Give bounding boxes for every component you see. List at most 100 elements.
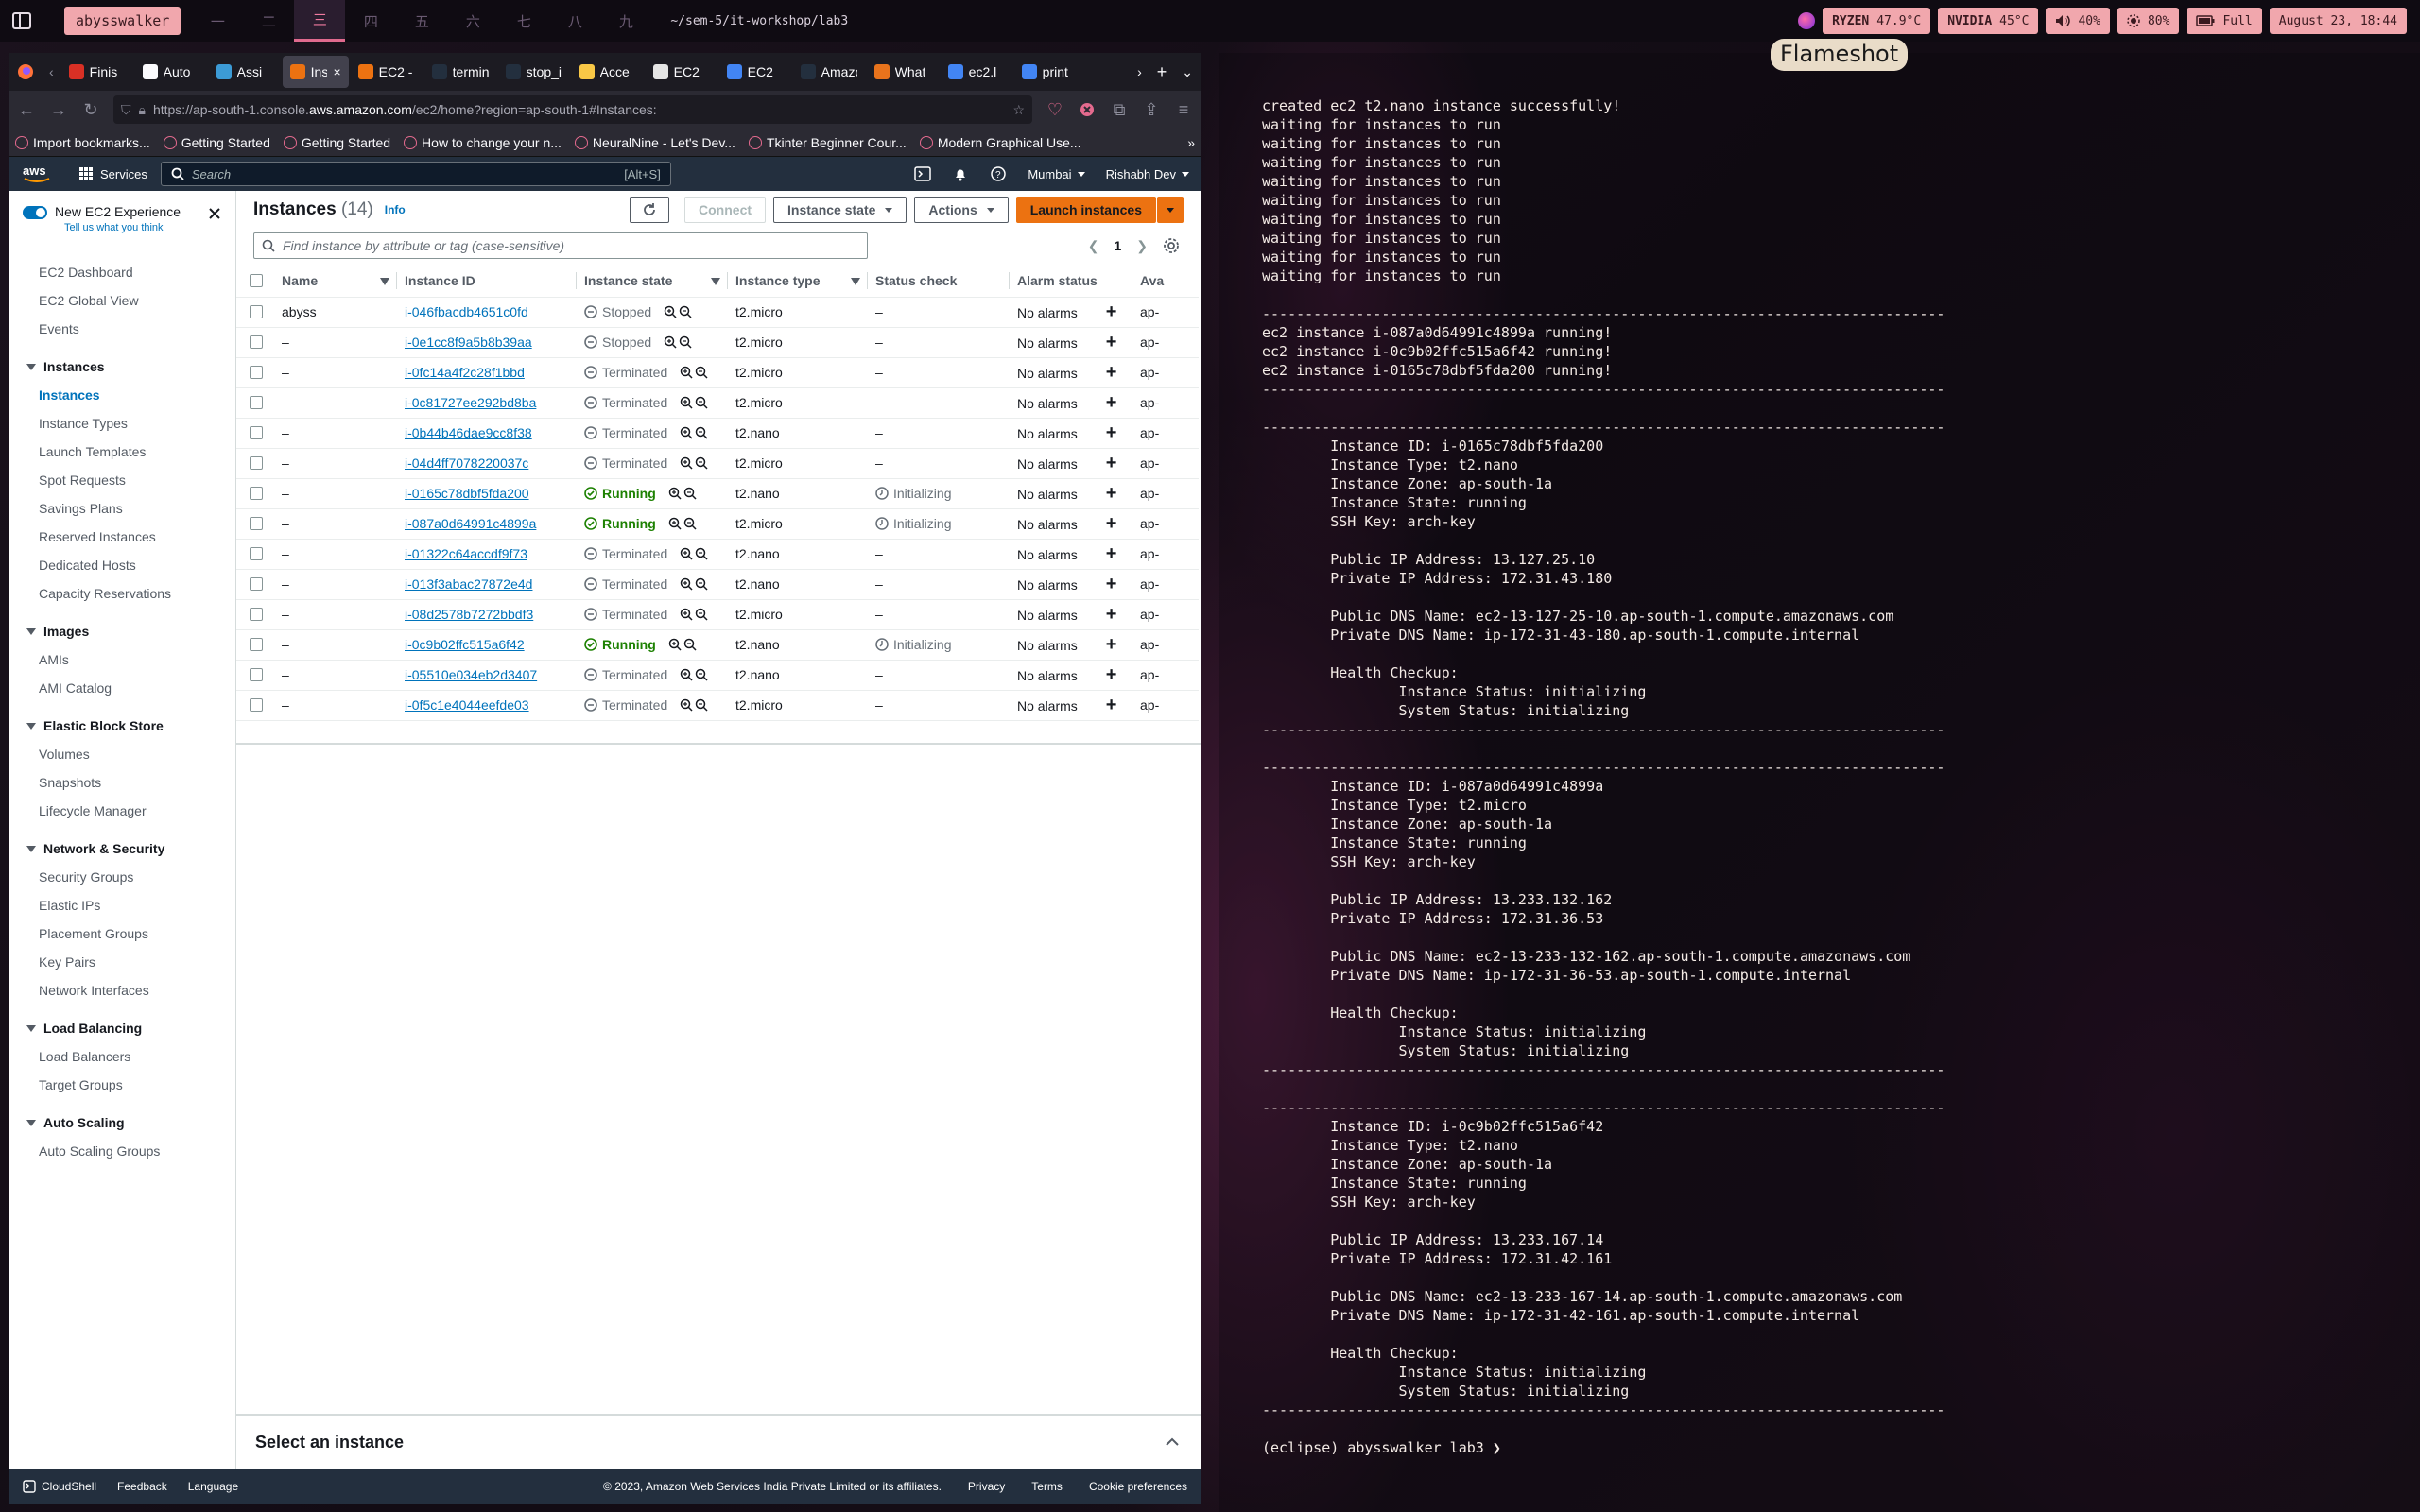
firefox-menu[interactable] — [9, 56, 42, 88]
brightness-badge[interactable]: 80% — [2117, 8, 2180, 34]
add-alarm-plus-icon[interactable]: + — [1106, 332, 1117, 352]
sidebar-item-amis[interactable]: AMIs — [9, 645, 235, 674]
instance-filter-input[interactable]: Find instance by attribute or tag (case-… — [253, 232, 868, 259]
cookie-preferences-link[interactable]: Cookie preferences — [1089, 1480, 1187, 1493]
connect-button[interactable]: Connect — [684, 197, 767, 223]
extensions-puzzle-icon[interactable]: ⧉ — [1110, 100, 1129, 119]
zoom-in-icon[interactable] — [680, 396, 693, 409]
zoom-out-icon[interactable] — [695, 577, 708, 591]
sidebar-item-instances[interactable]: Instances — [9, 381, 235, 409]
zoom-out-icon[interactable] — [679, 335, 692, 349]
table-row[interactable]: abyss i-046fbacdb4651c0fd Stopped t2.micro –… — [236, 297, 1199, 328]
table-row[interactable]: – i-05510e034eb2d3407 Terminated t2.nano – No… — [236, 660, 1199, 691]
browser-tab[interactable]: terminal — [424, 56, 496, 88]
tab-scroll-left[interactable]: ‹ — [42, 56, 61, 88]
launch-instances-dropdown[interactable] — [1157, 197, 1184, 223]
row-checkbox[interactable] — [250, 577, 263, 591]
instance-id-link[interactable]: i-0c9b02ffc515a6f42 — [405, 637, 525, 652]
zoom-in-icon[interactable] — [668, 638, 682, 651]
workspace-1[interactable]: 一 — [192, 0, 243, 42]
row-checkbox[interactable] — [250, 305, 263, 318]
workspace-8[interactable]: 八 — [549, 0, 600, 42]
row-checkbox[interactable] — [250, 638, 263, 651]
bookmark-item[interactable]: Modern Graphical Use... — [919, 135, 1081, 150]
row-checkbox[interactable] — [250, 668, 263, 681]
notifications-bell-icon[interactable] — [952, 165, 969, 182]
workspace-5[interactable]: 五 — [396, 0, 447, 42]
sidebar-item-events[interactable]: Events — [9, 315, 235, 343]
sidebar-item-auto-scaling-groups[interactable]: Auto Scaling Groups — [9, 1137, 235, 1165]
add-alarm-plus-icon[interactable]: + — [1106, 362, 1117, 383]
workspace-7[interactable]: 七 — [498, 0, 549, 42]
preferences-gear-icon[interactable] — [1163, 237, 1180, 254]
current-page[interactable]: 1 — [1114, 238, 1121, 253]
zoom-out-icon[interactable] — [683, 487, 697, 500]
browser-tab[interactable]: ec2.l — [941, 56, 1012, 88]
browser-tab[interactable]: Assi — [209, 56, 281, 88]
table-row[interactable]: – i-087a0d64991c4899a Running t2.micro Initi… — [236, 508, 1199, 540]
instance-id-link[interactable]: i-08d2578b7272bbdf3 — [405, 607, 533, 622]
feedback-link[interactable]: Tell us what you think — [64, 222, 181, 233]
zoom-out-icon[interactable] — [695, 396, 708, 409]
table-row[interactable]: – i-013f3abac27872e4d Terminated t2.nano – No… — [236, 569, 1199, 600]
sidebar-item-capacity-reservations[interactable]: Capacity Reservations — [9, 579, 235, 608]
table-row[interactable]: – i-0fc14a4f2c28f1bbd Terminated t2.micro – N… — [236, 357, 1199, 388]
sidebar-item-placement-groups[interactable]: Placement Groups — [9, 919, 235, 948]
table-row[interactable]: – i-01322c64accdf9f73 Terminated t2.nano – No… — [236, 539, 1199, 570]
instance-id-link[interactable]: i-0b44b46dae9cc8f38 — [405, 425, 532, 440]
tab-list-button[interactable]: ⌄ — [1174, 56, 1201, 88]
workspace-3[interactable]: 三 — [294, 0, 346, 42]
table-row[interactable]: – i-0165c78dbf5fda200 Running t2.nano Initia… — [236, 478, 1199, 509]
zoom-out-icon[interactable] — [683, 517, 697, 530]
sidebar-item-network-interfaces[interactable]: Network Interfaces — [9, 976, 235, 1005]
next-page-button[interactable]: ❯ — [1136, 238, 1148, 254]
add-alarm-plus-icon[interactable]: + — [1106, 604, 1117, 625]
zoom-in-icon[interactable] — [680, 698, 693, 712]
feedback-link[interactable]: Feedback — [117, 1480, 167, 1493]
chevron-up-icon[interactable] — [1163, 1433, 1182, 1452]
bookmarks-overflow-button[interactable]: » — [1187, 135, 1195, 150]
info-link[interactable]: Info — [385, 203, 406, 216]
row-checkbox[interactable] — [250, 517, 263, 530]
row-checkbox[interactable] — [250, 456, 263, 470]
refresh-button[interactable] — [630, 197, 670, 223]
sidebar-section-network-security[interactable]: Network & Security — [9, 834, 235, 863]
bookmark-item[interactable]: Getting Started — [163, 135, 270, 150]
row-checkbox[interactable] — [250, 366, 263, 379]
sidebar-item-snapshots[interactable]: Snapshots — [9, 768, 235, 797]
row-checkbox[interactable] — [250, 698, 263, 712]
region-selector[interactable]: Mumbai — [1028, 167, 1085, 181]
row-checkbox[interactable] — [250, 608, 263, 621]
row-checkbox[interactable] — [250, 547, 263, 560]
volume-badge[interactable]: 40% — [2046, 8, 2110, 34]
tab-scroll-right[interactable]: › — [1130, 56, 1150, 88]
zoom-out-icon[interactable] — [683, 638, 697, 651]
instance-id-link[interactable]: i-0fc14a4f2c28f1bbd — [405, 365, 525, 380]
add-alarm-plus-icon[interactable]: + — [1106, 574, 1117, 594]
instance-id-link[interactable]: i-0165c78dbf5fda200 — [405, 486, 529, 501]
add-alarm-plus-icon[interactable]: + — [1106, 301, 1117, 322]
zoom-in-icon[interactable] — [680, 426, 693, 439]
add-alarm-plus-icon[interactable]: + — [1106, 664, 1117, 685]
zoom-out-icon[interactable] — [695, 547, 708, 560]
zoom-out-icon[interactable] — [695, 608, 708, 621]
new-experience-toggle[interactable] — [23, 206, 47, 219]
sidebar-item-ami-catalog[interactable]: AMI Catalog — [9, 674, 235, 702]
url-bar[interactable]: ⛉ 🔒︎ https://ap-south-1.console.aws.amaz… — [113, 95, 1032, 124]
terminal-window[interactable]: created ec2 t2.nano instance successfull… — [1219, 53, 2420, 1512]
browser-tab[interactable]: Auto — [135, 56, 207, 88]
browser-tab[interactable]: Finis — [61, 56, 133, 88]
table-row[interactable]: – i-0b44b46dae9cc8f38 Terminated t2.nano – No… — [236, 418, 1199, 449]
launch-instances-button[interactable]: Launch instances — [1015, 197, 1156, 223]
column-header[interactable]: Name — [274, 265, 397, 298]
table-row[interactable]: – i-0c81727ee292bd8ba Terminated t2.micro – N… — [236, 387, 1199, 419]
bookmark-item[interactable]: Tkinter Beginner Cour... — [748, 135, 907, 150]
bookmark-item[interactable]: Getting Started — [283, 135, 390, 150]
zoom-in-icon[interactable] — [664, 335, 677, 349]
table-row[interactable]: – i-04d4ff7078220037c Terminated t2.micro – N… — [236, 448, 1199, 479]
column-header[interactable]: Instance ID — [397, 265, 577, 298]
add-alarm-plus-icon[interactable]: + — [1106, 543, 1117, 564]
instance-id-link[interactable]: i-0c81727ee292bd8ba — [405, 395, 536, 410]
column-header[interactable]: Alarm status — [1010, 265, 1132, 298]
app-indicator-icon[interactable] — [1798, 12, 1816, 29]
